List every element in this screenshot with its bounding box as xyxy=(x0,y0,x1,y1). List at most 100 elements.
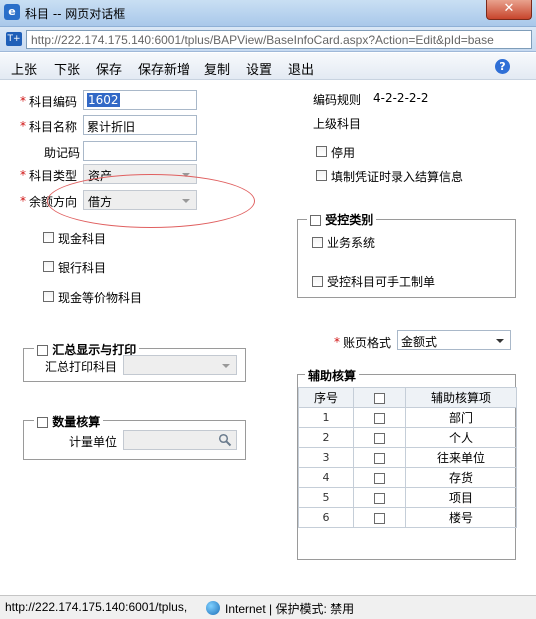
row-select-cell xyxy=(353,407,406,428)
row-item: 部门 xyxy=(405,407,517,428)
controlled-category-title: 受控类别 xyxy=(325,213,374,227)
disabled-checkbox[interactable] xyxy=(316,146,327,157)
toolbar: 上张 下张 保存 保存新增 复制 设置 退出 ? xyxy=(0,53,536,80)
row-select-cell xyxy=(353,467,406,488)
row-index: 2 xyxy=(298,427,354,448)
bank-label: 银行科目 xyxy=(58,261,107,275)
url-field[interactable]: http://222.174.175.140:6001/tplus/BAPVie… xyxy=(26,30,532,49)
voucher-settle-label: 填制凭证时录入结算信息 xyxy=(331,170,464,184)
row-select-cell xyxy=(353,507,406,528)
cash-equivalent-label: 现金等价物科目 xyxy=(58,291,143,305)
auxiliary-accounting-title: 辅助核算 xyxy=(305,367,360,384)
row-checkbox[interactable] xyxy=(374,412,385,424)
save-new-button[interactable]: 保存新增 xyxy=(138,59,190,78)
auxiliary-table: 序号 辅助核算项 1 部门 2 个人 3 往来单位 4 存货 5 项目 6 楼号 xyxy=(298,387,517,528)
status-url: http://222.174.175.140:6001/tplus, xyxy=(5,600,188,614)
ledger-format-select[interactable]: 金额式 xyxy=(397,330,511,350)
required-mark: * xyxy=(20,194,26,208)
prev-button[interactable]: 上张 xyxy=(11,59,37,78)
row-select-cell xyxy=(353,447,406,468)
row-index: 5 xyxy=(298,487,354,508)
cash-checkbox[interactable] xyxy=(43,232,54,243)
cash-label: 现金科目 xyxy=(58,232,107,246)
row-select-cell xyxy=(353,487,406,508)
close-button[interactable]: ✕ xyxy=(486,0,532,20)
code-rule-label: 编码规则 xyxy=(313,93,362,107)
row-item: 往来单位 xyxy=(405,447,517,468)
row-select-cell xyxy=(353,427,406,448)
name-input[interactable]: 累计折旧 xyxy=(83,115,197,135)
red-highlight-ellipse xyxy=(47,174,255,228)
code-rule-value: 4-2-2-2-2 xyxy=(373,91,429,105)
unit-input[interactable] xyxy=(123,430,237,450)
row-checkbox[interactable] xyxy=(374,492,385,504)
copy-button[interactable]: 复制 xyxy=(204,59,230,78)
row-checkbox[interactable] xyxy=(374,432,385,444)
row-checkbox[interactable] xyxy=(374,452,385,464)
window-titlebar: e 科目 -- 网页对话框 ✕ xyxy=(0,0,536,27)
row-index: 4 xyxy=(298,467,354,488)
business-system-label: 业务系统 xyxy=(327,236,376,250)
search-icon[interactable] xyxy=(218,433,232,447)
row-index: 3 xyxy=(298,447,354,468)
table-row[interactable]: 5 项目 xyxy=(298,487,517,508)
save-button[interactable]: 保存 xyxy=(96,59,122,78)
table-row[interactable]: 6 楼号 xyxy=(298,507,517,528)
column-header-item: 辅助核算项 xyxy=(405,387,517,408)
disabled-label: 停用 xyxy=(331,146,356,160)
row-checkbox[interactable] xyxy=(374,472,385,484)
table-row[interactable]: 4 存货 xyxy=(298,467,517,488)
globe-icon xyxy=(206,601,220,615)
required-mark: * xyxy=(20,168,26,182)
row-item: 楼号 xyxy=(405,507,517,528)
code-label: 科目编码 xyxy=(29,95,78,109)
next-button[interactable]: 下张 xyxy=(54,59,80,78)
chevron-down-icon xyxy=(222,364,230,368)
ie-app-icon: e xyxy=(4,4,20,20)
row-index: 1 xyxy=(298,407,354,428)
required-mark: * xyxy=(20,119,26,133)
table-row[interactable]: 1 部门 xyxy=(298,407,517,428)
controlled-category-checkbox[interactable] xyxy=(310,215,321,226)
summary-print-account-select[interactable] xyxy=(123,355,237,375)
select-all-checkbox[interactable] xyxy=(374,392,385,404)
ledger-format-label: 账页格式 xyxy=(343,336,392,350)
address-bar: T+ http://222.174.175.140:6001/tplus/BAP… xyxy=(0,27,536,52)
cash-equivalent-checkbox[interactable] xyxy=(43,291,54,302)
security-zone: Internet | 保护模式: 禁用 xyxy=(225,602,355,616)
status-bar: http://222.174.175.140:6001/tplus, Inter… xyxy=(0,595,536,619)
row-item: 个人 xyxy=(405,427,517,448)
table-row[interactable]: 3 往来单位 xyxy=(298,447,517,468)
column-header-select xyxy=(353,387,406,408)
mnemonic-label: 助记码 xyxy=(44,146,81,160)
code-input[interactable]: 1602 xyxy=(83,90,197,110)
code-value: 1602 xyxy=(87,93,120,107)
required-mark: * xyxy=(20,94,26,108)
row-item: 项目 xyxy=(405,487,517,508)
settings-button[interactable]: 设置 xyxy=(246,59,272,78)
quantity-accounting-checkbox[interactable] xyxy=(37,417,48,428)
ledger-format-value: 金额式 xyxy=(401,335,438,349)
parent-account-label: 上级科目 xyxy=(313,117,362,131)
manual-entry-checkbox[interactable] xyxy=(312,276,323,287)
manual-entry-label: 受控科目可手工制单 xyxy=(327,275,436,289)
table-header-row: 序号 辅助核算项 xyxy=(298,387,517,408)
row-checkbox[interactable] xyxy=(374,512,385,524)
voucher-settle-checkbox[interactable] xyxy=(316,170,327,181)
required-mark: * xyxy=(334,335,340,349)
window-title: 科目 -- 网页对话框 xyxy=(25,7,126,21)
page-icon: T+ xyxy=(6,32,22,46)
table-row[interactable]: 2 个人 xyxy=(298,427,517,448)
quantity-accounting-legend: 数量核算 xyxy=(34,413,104,430)
name-label: 科目名称 xyxy=(29,120,78,134)
exit-button[interactable]: 退出 xyxy=(288,59,314,78)
chevron-down-icon xyxy=(496,339,504,343)
column-header-index: 序号 xyxy=(298,387,354,408)
mnemonic-input[interactable] xyxy=(83,141,197,161)
row-item: 存货 xyxy=(405,467,517,488)
summary-print-account-label: 汇总打印科目 xyxy=(45,360,118,374)
help-icon[interactable]: ? xyxy=(495,59,510,74)
bank-checkbox[interactable] xyxy=(43,261,54,272)
summary-print-checkbox[interactable] xyxy=(37,345,48,356)
business-system-checkbox[interactable] xyxy=(312,237,323,248)
